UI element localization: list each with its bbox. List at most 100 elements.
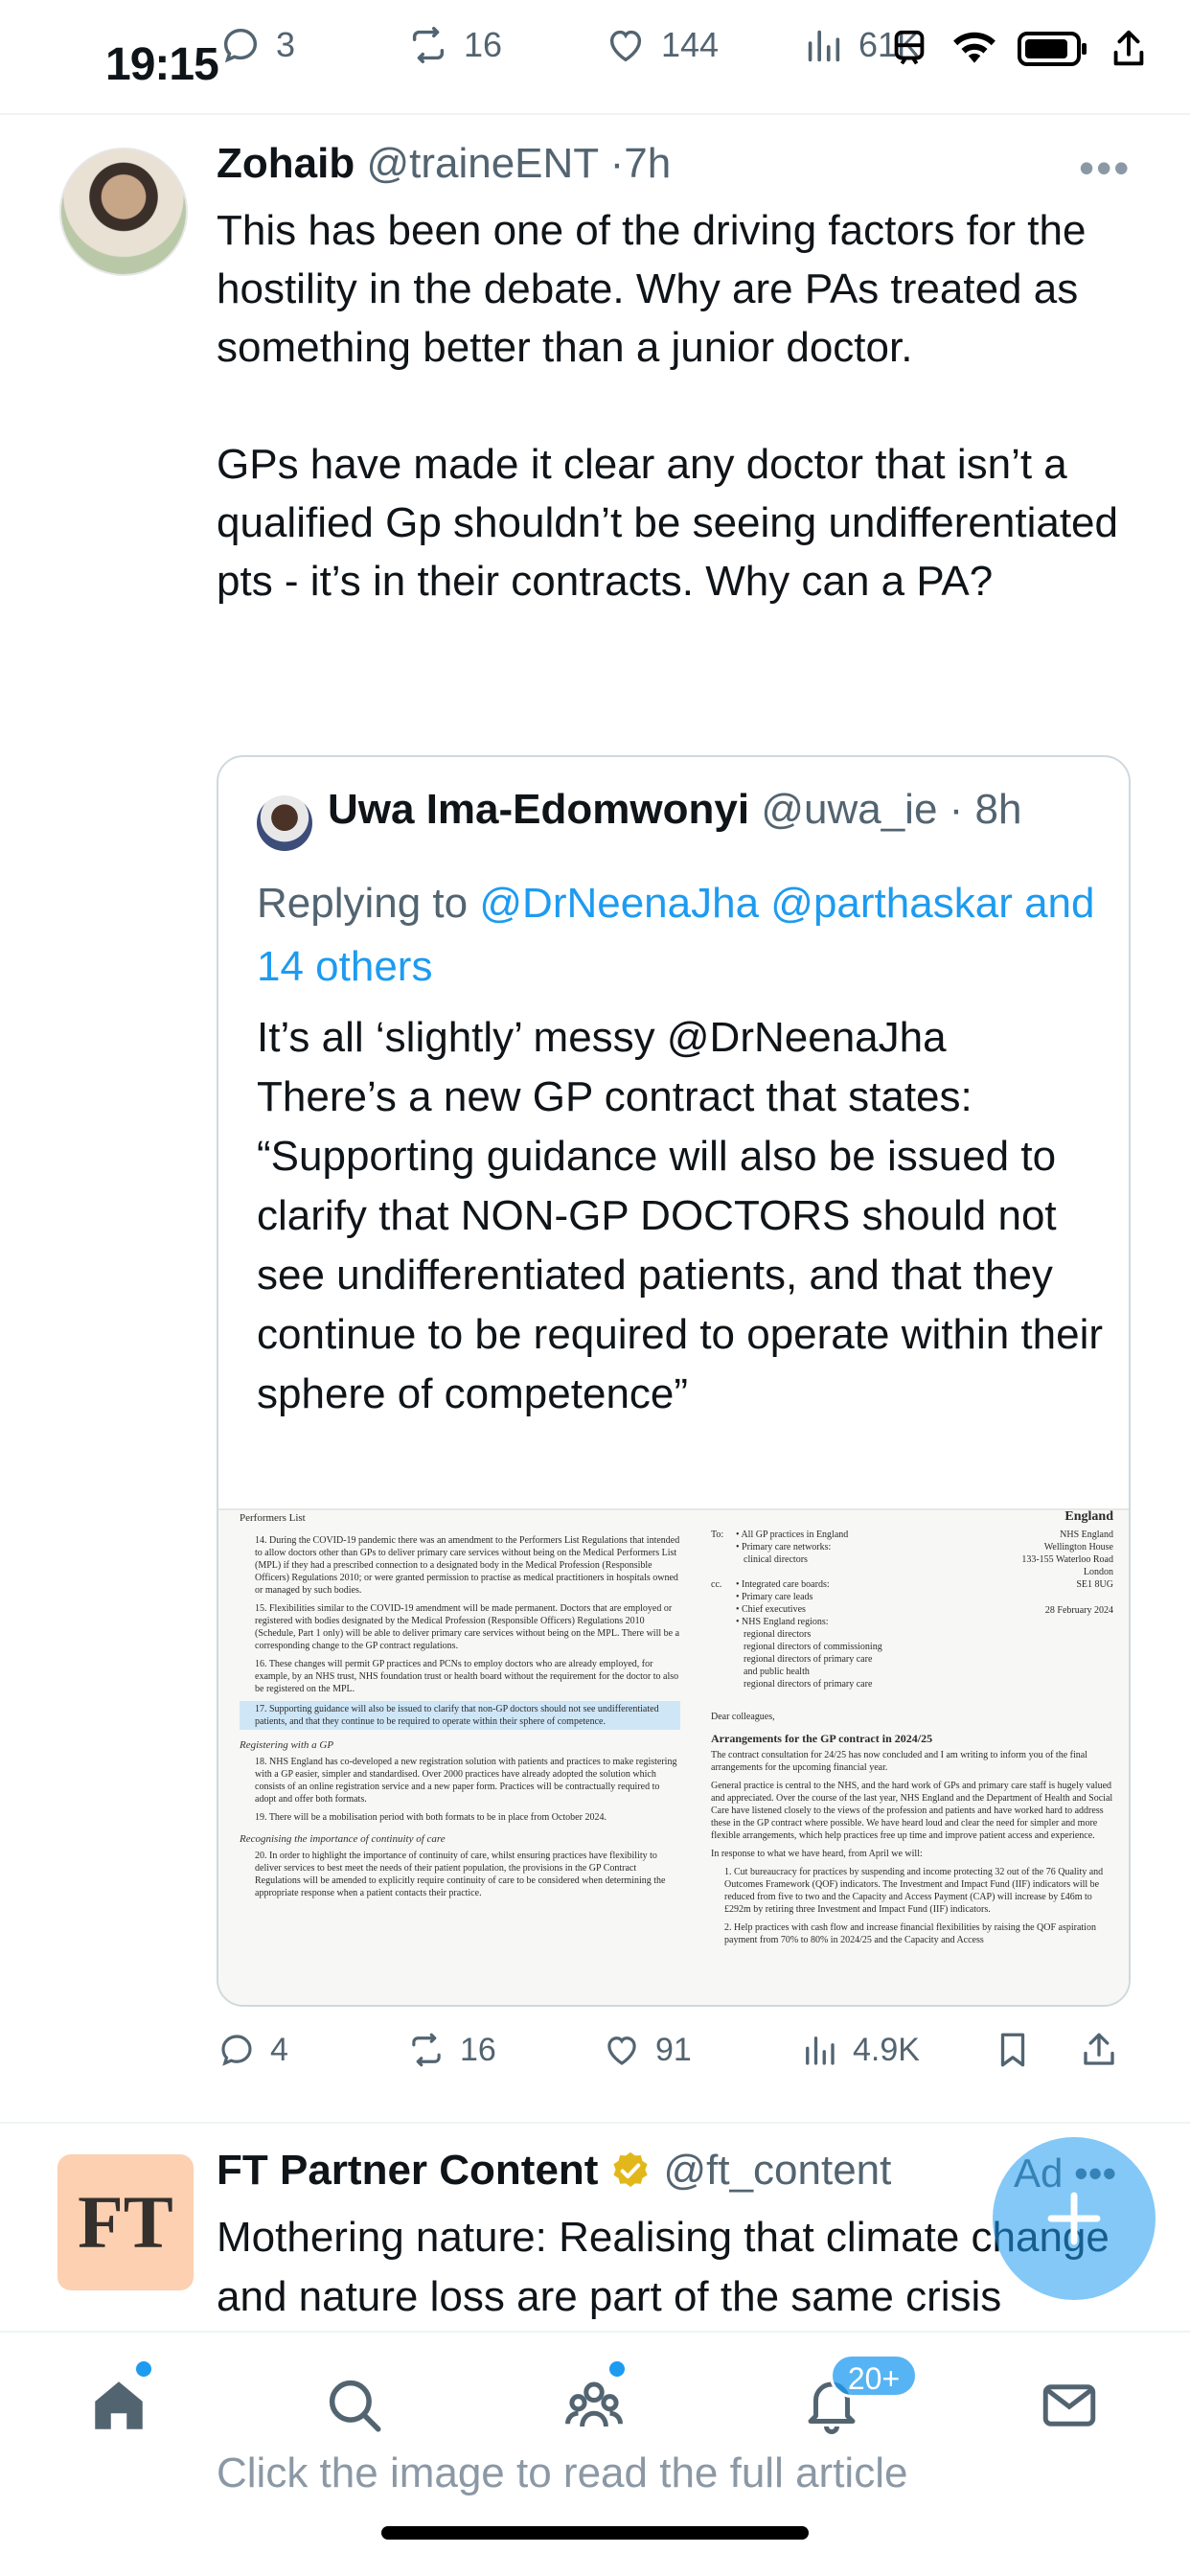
ad-tweet-header: FT Partner Content @ft_content — [217, 2147, 891, 2195]
share-icon[interactable] — [1110, 27, 1148, 71]
quoted-author-handle[interactable]: @uwa_ie — [761, 786, 937, 833]
quoted-avatar[interactable] — [257, 795, 312, 851]
quoted-tweet-header: Uwa Ima-Edomwonyi @uwa_ie · 8h — [328, 786, 1021, 834]
document-address-block: To: • All GP practices in England • Prim… — [711, 1529, 1113, 1711]
tweet-text: This has been one of the driving factors… — [217, 207, 1118, 605]
document-cc-line: regional directors of primary care — [744, 1654, 873, 1665]
status-icons — [887, 27, 1148, 71]
document-cc-lines: • Integrated care boards: • Primary care… — [736, 1578, 882, 1690]
repost-button[interactable]: 16 — [406, 2030, 496, 2070]
document-date: 28 February 2024 — [1044, 1605, 1113, 1616]
share-icon — [1084, 2033, 1114, 2065]
nav-home[interactable] — [80, 2367, 157, 2444]
ft-logo[interactable]: FT — [57, 2154, 194, 2290]
overlay-like-button[interactable]: 144 — [604, 23, 719, 67]
tweet-divider — [0, 2122, 1190, 2124]
battery-icon — [1018, 32, 1087, 66]
tweet-time: 7h — [624, 140, 672, 187]
reply-count: 4 — [270, 2031, 288, 2068]
quoted-author-name[interactable]: Uwa Ima-Edomwonyi — [328, 786, 749, 833]
document-right-page: England To: • All GP practices in Englan… — [711, 1510, 1113, 1946]
heart-icon — [607, 2036, 636, 2065]
document-cc-line: • Integrated care boards: — [736, 1579, 830, 1590]
tweet-header: Zohaib @traineENT ·7h — [217, 140, 671, 188]
quoted-tweet-card[interactable]: Uwa Ima-Edomwonyi @uwa_ie · 8h Replying … — [217, 755, 1131, 2007]
ad-author-name[interactable]: FT Partner Content — [217, 2147, 598, 2195]
document-cc-label: cc. — [711, 1579, 722, 1590]
overlay-reply-button[interactable]: 3 — [218, 23, 295, 67]
nav-messages[interactable] — [1031, 2367, 1108, 2444]
views-icon — [808, 30, 840, 62]
wifi-icon — [953, 32, 995, 63]
document-heading-continuity: Recognising the importance of continuity… — [240, 1833, 446, 1845]
document-sender-address: NHS England Wellington House 133-155 Wat… — [1021, 1529, 1113, 1617]
document-address-line: London — [1083, 1567, 1113, 1577]
mail-icon — [1042, 2384, 1096, 2426]
document-address-line: Wellington House — [1043, 1542, 1113, 1552]
ad-footer-hint[interactable]: Click the image to read the full article — [217, 2450, 907, 2497]
replying-to-mentions[interactable]: @DrNeenaJha @parthaskar — [479, 880, 1012, 927]
document-para-1: The contract consultation for 24/25 has … — [711, 1750, 1087, 1773]
bookmark-button[interactable] — [993, 2030, 1033, 2070]
document-cc-line: regional directors of commissioning — [744, 1642, 882, 1652]
document-item-18: 18. NHS England has co-developed a new r… — [255, 1757, 677, 1805]
dot-separator: · — [609, 140, 625, 187]
document-address-line: SE1 8UG — [1076, 1579, 1113, 1590]
document-to-line: • All GP practices in England — [736, 1530, 849, 1540]
document-to-lines: • All GP practices in England • Primary … — [736, 1529, 848, 1566]
author-handle[interactable]: @traineENT — [366, 140, 598, 187]
repost-count: 16 — [460, 2031, 496, 2068]
reply-icon — [221, 2035, 252, 2066]
document-to-line: • Primary care networks: — [736, 1542, 832, 1552]
author-name[interactable]: Zohaib — [217, 140, 355, 187]
avatar[interactable] — [59, 148, 188, 276]
document-item-17-highlighted: 17. Supporting guidance will also be iss… — [240, 1701, 680, 1730]
bookmark-icon — [1000, 2033, 1025, 2067]
replying-to: Replying to @DrNeenaJha @parthaskar and … — [257, 872, 1100, 999]
document-cc-line: • Chief executives — [736, 1604, 806, 1615]
nav-communities[interactable] — [556, 2367, 632, 2444]
compose-button[interactable] — [993, 2137, 1156, 2300]
repost-icon — [412, 2033, 441, 2067]
replying-to-label: Replying to — [257, 880, 469, 927]
document-address-line: 133-155 Waterloo Road — [1021, 1554, 1113, 1565]
document-heading-registering: Registering with a GP — [240, 1739, 334, 1751]
document-to-label: To: — [711, 1530, 724, 1540]
like-count: 91 — [655, 2031, 692, 2068]
overlay-reply-count: 3 — [276, 25, 296, 64]
nav-search[interactable] — [316, 2367, 393, 2444]
home-new-indicator — [136, 2361, 151, 2377]
document-item-20: 20. In order to highlight the importance… — [255, 1851, 666, 1898]
views-button[interactable]: 4.9K — [799, 2030, 920, 2070]
document-cc-line: regional directors — [744, 1629, 812, 1640]
document-para-3: In response to what we have heard, from … — [711, 1849, 923, 1859]
document-item-16: 16. These changes will permit GP practic… — [255, 1659, 679, 1694]
document-to-line: clinical directors — [744, 1554, 808, 1565]
search-icon — [329, 2380, 381, 2432]
document-left-page: Performers List 14. During the COVID-19 … — [240, 1510, 680, 1899]
heart-icon — [609, 30, 642, 62]
ad-author-handle[interactable]: @ft_content — [663, 2147, 891, 2195]
quoted-tweet-time: 8h — [974, 786, 1022, 833]
home-indicator[interactable] — [381, 2526, 809, 2540]
document-item-19: 19. There will be a mobilisation period … — [255, 1812, 606, 1823]
top-divider — [0, 113, 1190, 115]
overlay-repost-button[interactable]: 16 — [406, 23, 502, 67]
like-button[interactable]: 91 — [602, 2030, 692, 2070]
document-cc-line: regional directors of primary care — [744, 1679, 873, 1690]
home-icon — [95, 2381, 143, 2429]
more-options-icon[interactable]: ••• — [1079, 142, 1131, 194]
document-cc-line: • Primary care leads — [736, 1592, 813, 1602]
communities-icon — [565, 2381, 623, 2427]
reply-button[interactable]: 4 — [217, 2030, 288, 2070]
document-cc-line: and public health — [744, 1667, 810, 1677]
attached-document-image[interactable]: Performers List 14. During the COVID-19 … — [218, 1508, 1129, 2005]
verified-badge-icon — [613, 2151, 649, 2188]
document-right-top: England — [1064, 1509, 1113, 1524]
repost-icon — [412, 27, 445, 63]
plus-icon — [1047, 2192, 1101, 2245]
share-button[interactable] — [1079, 2030, 1119, 2070]
document-point-1: 1. Cut bureaucracy for practices by susp… — [724, 1867, 1104, 1915]
reply-icon — [223, 28, 258, 63]
document-address-line: NHS England — [1060, 1530, 1113, 1540]
